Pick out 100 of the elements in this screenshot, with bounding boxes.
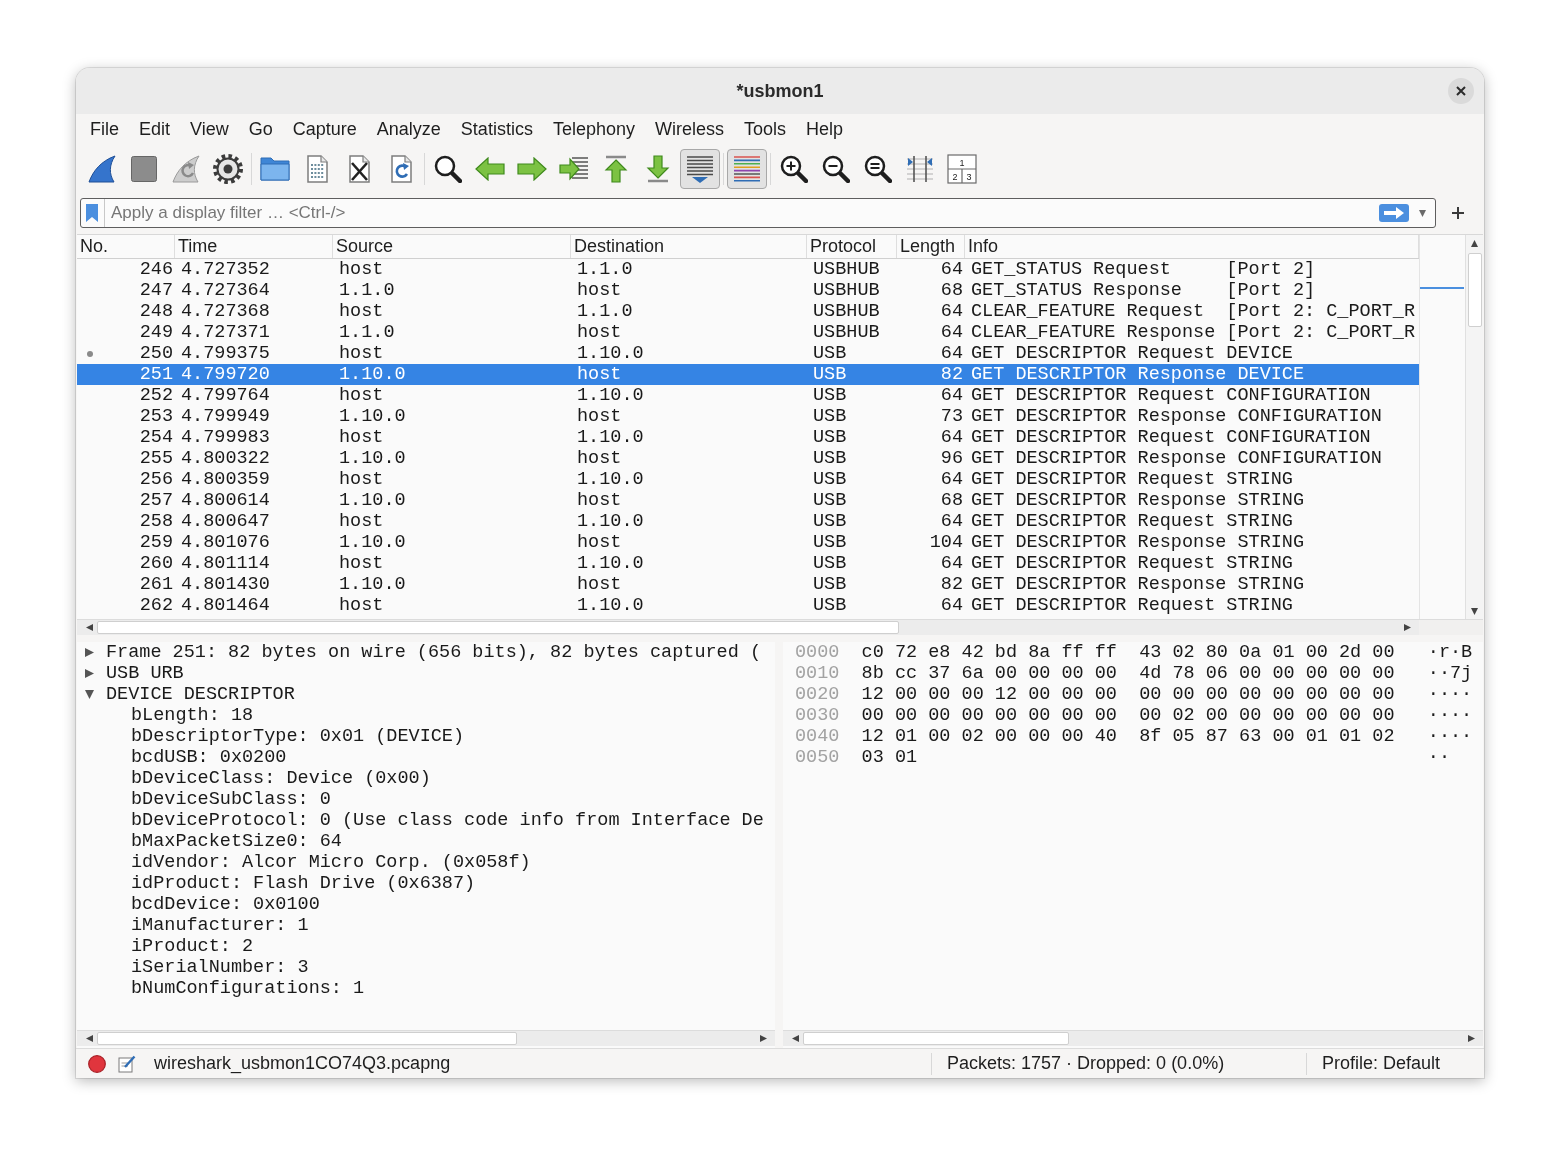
table-cell: 246 (139, 259, 173, 280)
packet-row[interactable]: 246 4.727352 host 1.1.0 USBHUB 64 GET_STATUS Request [Port 2] (77, 259, 1419, 280)
tree-item[interactable]: iProduct: 2 (131, 936, 254, 957)
table-cell: host (339, 385, 384, 406)
packet-row[interactable]: 258 4.800647 host 1.10.0 USB 64 GET DESCRIPTOR Request STRING (77, 511, 1419, 532)
packet-row[interactable]: 254 4.799983 host 1.10.0 USB 64 GET DESCRIPTOR Request CONFIGURATION (77, 427, 1419, 448)
table-cell: 68 (940, 490, 963, 511)
tree-item[interactable]: bDeviceClass: Device (0x00) (131, 768, 431, 789)
table-cell: GET DESCRIPTOR Response DEVICE (971, 364, 1305, 385)
table-cell: 247 (139, 280, 173, 301)
tree-item[interactable]: bNumConfigurations: 1 (131, 978, 365, 999)
table-cell: GET DESCRIPTOR Request STRING (971, 595, 1293, 616)
menu-item[interactable]: Statistics (450, 118, 543, 140)
table-cell: 64 (940, 343, 963, 364)
table-cell: 4.799720 (181, 364, 270, 385)
tree-item[interactable]: bDeviceSubClass: 0 (131, 789, 331, 810)
packet-row[interactable]: 256 4.800359 host 1.10.0 USB 64 GET DESCRIPTOR Request STRING (77, 469, 1419, 490)
column-header[interactable]: Time (175, 235, 333, 258)
packet-row[interactable]: 251 4.799720 1.10.0 host USB 82 GET DESCRIPTOR Response DEVICE (77, 364, 1419, 385)
table-cell: 1.10.0 (339, 406, 406, 427)
filter-bookmark-button[interactable] (86, 199, 105, 227)
close-button[interactable] (1448, 78, 1474, 104)
table-cell: 1.10.0 (577, 385, 644, 406)
table-cell: 258 (139, 511, 173, 532)
apply-filter-button[interactable] (1379, 204, 1409, 222)
scrollbar-thumb[interactable] (97, 621, 899, 634)
tree-item[interactable]: bcdDevice: 0x0100 (131, 894, 320, 915)
column-header[interactable]: Source (333, 235, 571, 258)
packet-row[interactable]: 261 4.801430 1.10.0 host USB 82 GET DESCRIPTOR Response STRING (77, 574, 1419, 595)
tree-item[interactable]: DEVICE DESCRIPTOR (106, 684, 295, 705)
packet-row[interactable]: 249 4.727371 1.1.0 host USBHUB 64 CLEAR_FEATURE Response [Port 2: C_PORT_R (77, 322, 1419, 343)
table-cell: 1.10.0 (339, 490, 406, 511)
table-cell: 64 (940, 595, 963, 616)
table-cell: 1.10.0 (577, 553, 644, 574)
packet-row[interactable]: 255 4.800322 1.10.0 host USB 96 GET DESCRIPTOR Response CONFIGURATION (77, 448, 1419, 469)
tree-item[interactable]: iManufacturer: 1 (131, 915, 309, 936)
profile-label[interactable]: Profile: Default (1322, 1053, 1441, 1074)
packet-row[interactable]: 253 4.799949 1.10.0 host USB 73 GET DESCRIPTOR Response CONFIGURATION (77, 406, 1419, 427)
menu-item[interactable]: Edit (129, 118, 181, 140)
packet-row[interactable]: 252 4.799764 host 1.10.0 USB 64 GET DESCRIPTOR Request CONFIGURATION (77, 385, 1419, 406)
table-cell: GET DESCRIPTOR Response CONFIGURATION (971, 406, 1382, 427)
menu-item[interactable]: View (180, 118, 239, 140)
bookmark-icon (86, 204, 98, 222)
folder-icon (260, 157, 290, 181)
tree-item[interactable]: bMaxPacketSize0: 64 (131, 831, 342, 852)
menu-item[interactable]: Tools (734, 118, 796, 140)
display-filter-field[interactable]: Apply a display filter … <Ctrl-/> (80, 198, 1436, 228)
packet-row[interactable]: 248 4.727368 host 1.1.0 USBHUB 64 CLEAR_FEATURE Request [Port 2: C_PORT_R (77, 301, 1419, 322)
tree-item[interactable]: bLength: 18 (131, 705, 254, 726)
tree-item[interactable]: bDeviceProtocol: 0 (Use class code info from Interface De (131, 810, 764, 831)
ascii-bytes: ·r·B (1427, 642, 1474, 663)
table-cell: GET DESCRIPTOR Response STRING (971, 532, 1305, 553)
column-header[interactable]: Length (897, 235, 965, 258)
packet-row[interactable]: 257 4.800614 1.10.0 host USB 68 GET DESCRIPTOR Response STRING (77, 490, 1419, 511)
table-cell: 4.800647 (181, 511, 270, 532)
caret-right-icon (759, 1035, 767, 1042)
tree-item[interactable]: bDescriptorType: 0x01 (DEVICE) (131, 726, 465, 747)
table-cell: host (577, 448, 622, 469)
byte-offset: 0050 (795, 747, 840, 768)
tree-item[interactable]: Frame 251: 82 bytes on wire (656 bits), 82 bytes captured ( (106, 642, 761, 663)
packet-row[interactable]: 247 4.727364 1.1.0 host USBHUB 68 GET_STATUS Response [Port 2] (77, 280, 1419, 301)
table-cell: GET DESCRIPTOR Response STRING (971, 574, 1305, 595)
columns-resize-icon (906, 155, 934, 183)
packet-row[interactable]: 260 4.801114 host 1.10.0 USB 64 GET DESCRIPTOR Request STRING (77, 553, 1419, 574)
packet-row[interactable]: 250 4.799375 host 1.10.0 USB 64 GET DESCRIPTOR Request DEVICE (77, 343, 1419, 364)
menu-item[interactable]: Go (238, 118, 283, 140)
menu-item[interactable]: Help (796, 118, 854, 140)
display-filter-input[interactable]: Apply a display filter … <Ctrl-/> (111, 201, 1373, 225)
packet-row[interactable]: 262 4.801464 host 1.10.0 USB 64 GET DESCRIPTOR Request STRING (77, 595, 1419, 616)
tree-item[interactable]: USB URB (106, 663, 184, 684)
byte-offset: 0040 (795, 726, 840, 747)
table-cell: 1.10.0 (339, 574, 406, 595)
scrollbar-thumb[interactable] (803, 1032, 1069, 1045)
caret-right-icon (1467, 1035, 1475, 1042)
column-header[interactable]: Protocol (807, 235, 897, 258)
table-cell: host (339, 259, 384, 280)
table-cell: 261 (139, 574, 173, 595)
tree-item[interactable]: idVendor: Alcor Micro Corp. (0x058f) (131, 852, 531, 873)
tree-item[interactable]: idProduct: Flash Drive (0x6387) (131, 873, 476, 894)
column-header[interactable]: No. (77, 235, 175, 258)
column-header[interactable]: Destination (571, 235, 807, 258)
go-to-line-icon (559, 156, 589, 182)
tree-item[interactable]: bcdUSB: 0x0200 (131, 747, 287, 768)
table-cell: 4.727352 (181, 259, 270, 280)
menu-item[interactable]: Analyze (366, 118, 451, 140)
scrollbar-thumb[interactable] (97, 1032, 517, 1045)
caret-down-icon (1418, 209, 1426, 217)
toolbar-button[interactable] (680, 149, 720, 189)
menu-item[interactable]: File (80, 118, 129, 140)
caret-left-icon (791, 1035, 799, 1042)
table-cell: GET DESCRIPTOR Request CONFIGURATION (971, 427, 1371, 448)
document-icon (306, 155, 328, 183)
table-cell: GET DESCRIPTOR Request CONFIGURATION (971, 385, 1371, 406)
menu-item[interactable]: Wireless (644, 118, 734, 140)
menu-item[interactable]: Capture (282, 118, 367, 140)
packet-row[interactable]: 259 4.801076 1.10.0 host USB 104 GET DESCRIPTOR Response STRING (77, 532, 1419, 553)
tree-item[interactable]: iSerialNumber: 3 (131, 957, 309, 978)
menu-item[interactable]: Telephony (542, 118, 645, 140)
scrollbar-thumb[interactable] (1467, 253, 1482, 327)
table-cell: 1.1.0 (577, 301, 633, 322)
